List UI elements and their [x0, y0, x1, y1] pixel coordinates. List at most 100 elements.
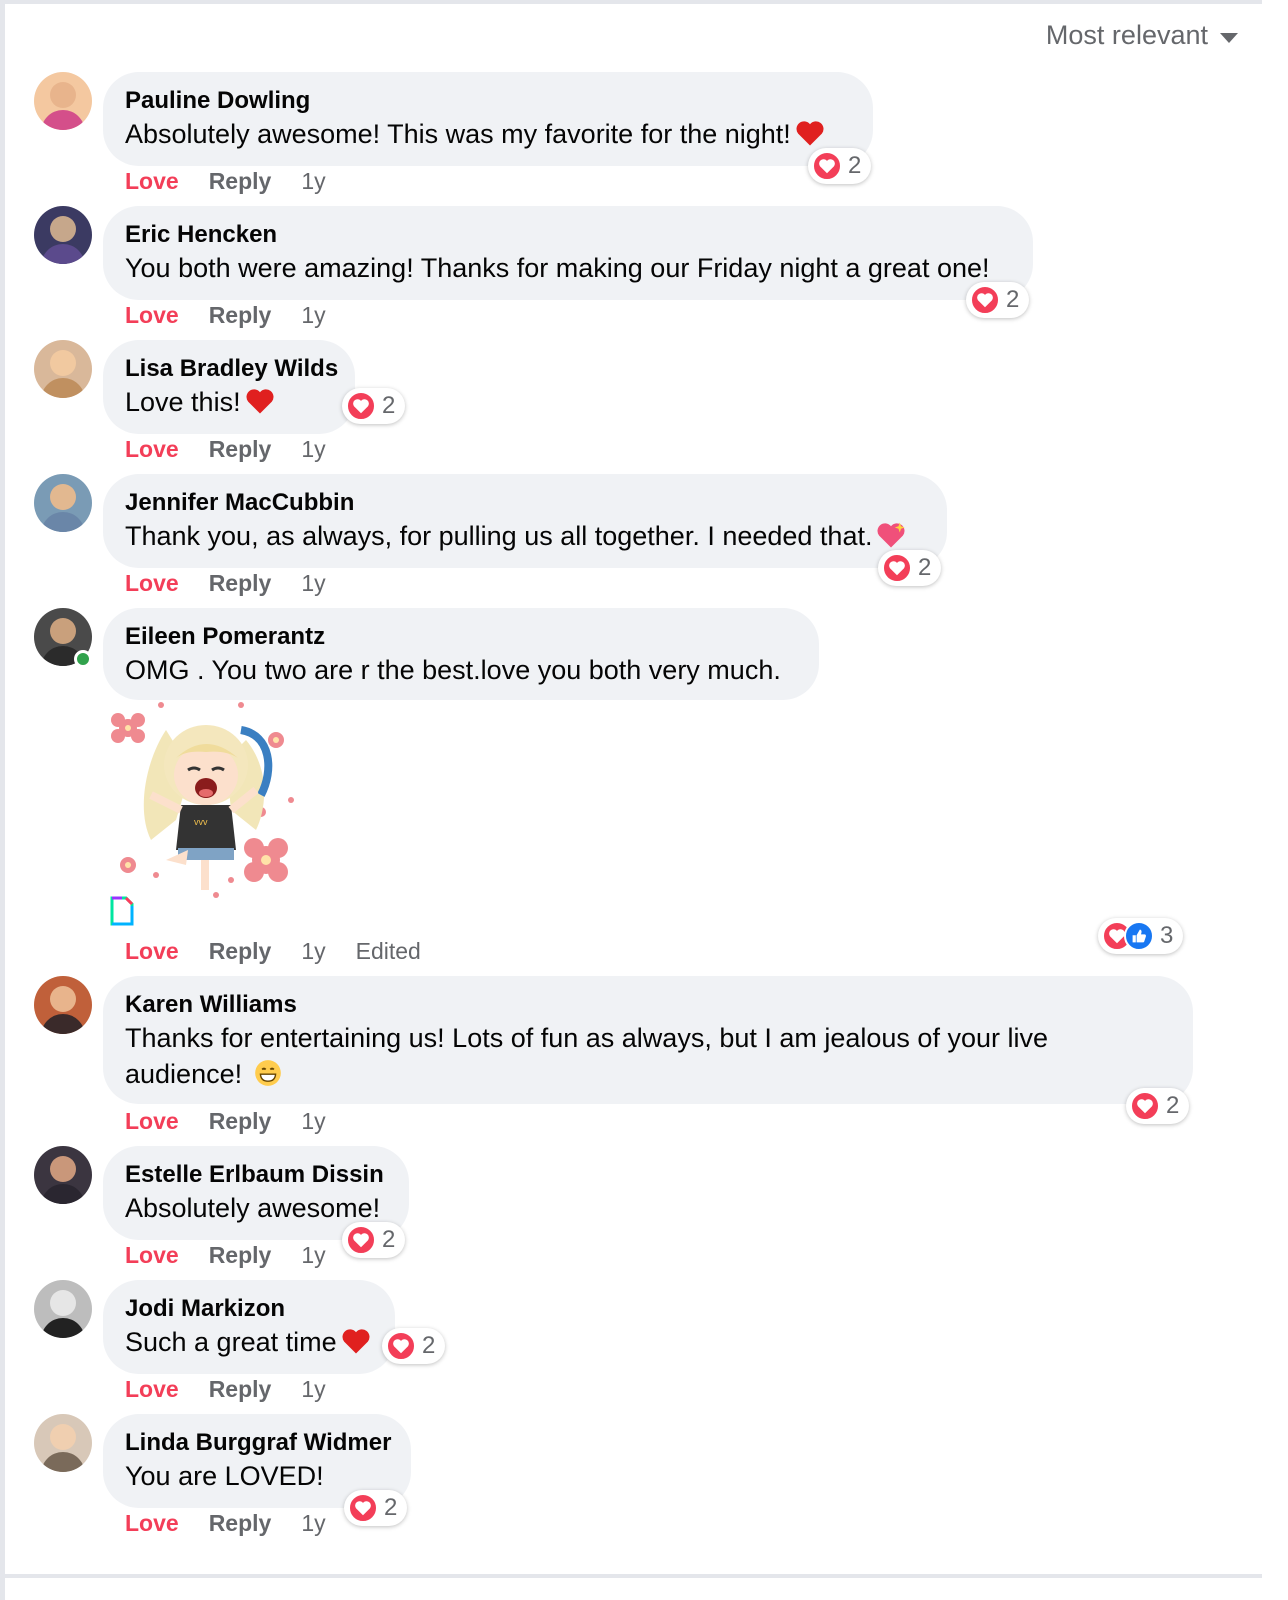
love-button[interactable]: Love: [125, 436, 179, 463]
reaction-summary[interactable]: 3: [1098, 918, 1184, 954]
avatar[interactable]: [34, 474, 92, 532]
sort-dropdown[interactable]: Most relevant: [1046, 20, 1238, 51]
left-divider: [0, 0, 5, 1600]
sticker-image[interactable]: vvv: [106, 700, 306, 900]
comment-author[interactable]: Linda Burggraf Widmer: [125, 1428, 391, 1458]
love-button[interactable]: Love: [125, 168, 179, 195]
comment-actions: Love Reply 1y: [125, 570, 326, 597]
reaction-summary[interactable]: 2: [342, 388, 406, 424]
comment-author[interactable]: Eileen Pomerantz: [125, 622, 797, 652]
red-heart-emoji-icon: [342, 1329, 370, 1354]
reply-button[interactable]: Reply: [209, 436, 272, 463]
timestamp[interactable]: 1y: [301, 1108, 325, 1135]
comment-bubble: Pauline Dowling Absolutely awesome! This…: [103, 72, 873, 166]
love-reaction-icon: [882, 553, 912, 583]
comment-bubble: Lisa Bradley Wilds Love this!: [103, 340, 355, 434]
reaction-count: 2: [848, 152, 862, 179]
reaction-summary[interactable]: 2: [878, 550, 942, 586]
reply-button[interactable]: Reply: [209, 1108, 272, 1135]
avatar[interactable]: [34, 976, 92, 1034]
comment-text: Such a great time: [125, 1327, 337, 1357]
comment-text: Absolutely awesome!: [125, 1193, 381, 1223]
comment-actions: Love Reply 1y: [125, 1376, 326, 1403]
comment-author[interactable]: Estelle Erlbaum Dissin: [125, 1160, 387, 1190]
comment-author[interactable]: Lisa Bradley Wilds: [125, 354, 338, 384]
avatar[interactable]: [34, 206, 92, 264]
comment-bubble: Jodi Markizon Such a great time: [103, 1280, 395, 1374]
avatar[interactable]: [34, 1414, 92, 1472]
timestamp[interactable]: 1y: [301, 436, 325, 463]
caret-down-icon: [1220, 32, 1238, 43]
reply-button[interactable]: Reply: [209, 938, 272, 965]
avatar[interactable]: [34, 340, 92, 398]
comment-text: Absolutely awesome! This was my favorite…: [125, 119, 791, 149]
love-reaction-icon: [812, 151, 842, 181]
reply-button[interactable]: Reply: [209, 570, 272, 597]
reaction-summary[interactable]: 2: [344, 1490, 408, 1526]
timestamp[interactable]: 1y: [301, 1242, 325, 1269]
comment-text: You both were amazing! Thanks for making…: [125, 253, 990, 283]
comment-bubble: Karen Williams Thanks for entertaining u…: [103, 976, 1193, 1104]
comment-author[interactable]: Karen Williams: [125, 990, 1171, 1020]
comment-author[interactable]: Jodi Markizon: [125, 1294, 373, 1324]
timestamp[interactable]: 1y: [301, 168, 325, 195]
reaction-summary[interactable]: 2: [966, 282, 1030, 318]
comment-bubble: Eileen Pomerantz OMG . You two are r the…: [103, 608, 819, 700]
comment-text: Thank you, as always, for pulling us all…: [125, 521, 873, 551]
svg-text:vvv: vvv: [194, 817, 208, 827]
timestamp[interactable]: 1y: [301, 570, 325, 597]
comment-actions: Love Reply 1y Edited: [125, 938, 421, 965]
reply-button[interactable]: Reply: [209, 1510, 272, 1537]
reaction-count: 2: [422, 1332, 436, 1359]
comment-author[interactable]: Pauline Dowling: [125, 86, 851, 116]
love-button[interactable]: Love: [125, 302, 179, 329]
reply-button[interactable]: Reply: [209, 1242, 272, 1269]
comment-actions: Love Reply 1y: [125, 1510, 326, 1537]
sort-label: Most relevant: [1045, 20, 1208, 50]
comment-author[interactable]: Jennifer MacCubbin: [125, 488, 925, 518]
reaction-count: 2: [1166, 1092, 1180, 1119]
avatar[interactable]: [34, 1146, 92, 1204]
comment-actions: Love Reply 1y: [125, 1108, 326, 1135]
comment-bubble: Eric Hencken You both were amazing! Than…: [103, 206, 1033, 300]
reply-button[interactable]: Reply: [209, 168, 272, 195]
grinning-face-emoji-icon: [254, 1060, 281, 1086]
love-reaction-icon: [346, 391, 376, 421]
love-button[interactable]: Love: [125, 1242, 179, 1269]
reaction-count: 2: [918, 554, 932, 581]
love-reaction-icon: [1130, 1091, 1160, 1121]
comment-actions: Love Reply 1y: [125, 436, 326, 463]
reaction-summary[interactable]: 2: [1126, 1088, 1190, 1124]
love-button[interactable]: Love: [125, 570, 179, 597]
avatar[interactable]: [34, 72, 92, 130]
comment-bubble: Jennifer MacCubbin Thank you, as always,…: [103, 474, 947, 568]
timestamp[interactable]: 1y: [301, 938, 325, 965]
comment-text: Love this!: [125, 387, 241, 417]
comment-author[interactable]: Eric Hencken: [125, 220, 1011, 250]
top-divider: [0, 0, 1262, 4]
sparkling-heart-emoji-icon: [877, 522, 906, 548]
reply-button[interactable]: Reply: [209, 302, 272, 329]
reaction-count: 2: [1006, 286, 1020, 313]
comment-text: You are LOVED!: [125, 1461, 324, 1491]
love-button[interactable]: Love: [125, 1510, 179, 1537]
edited-label[interactable]: Edited: [356, 938, 421, 965]
reaction-count: 3: [1160, 922, 1174, 949]
timestamp[interactable]: 1y: [301, 1510, 325, 1537]
red-heart-emoji-icon: [796, 121, 824, 146]
love-button[interactable]: Love: [125, 1376, 179, 1403]
reaction-count: 2: [384, 1494, 398, 1521]
love-button[interactable]: Love: [125, 938, 179, 965]
timestamp[interactable]: 1y: [301, 302, 325, 329]
love-button[interactable]: Love: [125, 1108, 179, 1135]
avatar[interactable]: [34, 1280, 92, 1338]
reaction-summary[interactable]: 2: [342, 1222, 406, 1258]
timestamp[interactable]: 1y: [301, 1376, 325, 1403]
love-reaction-icon: [346, 1225, 376, 1255]
like-reaction-icon: [1124, 921, 1154, 951]
reply-button[interactable]: Reply: [209, 1376, 272, 1403]
reaction-count: 2: [382, 392, 396, 419]
love-reaction-icon: [386, 1331, 416, 1361]
reaction-summary[interactable]: 2: [382, 1328, 446, 1364]
reaction-summary[interactable]: 2: [808, 148, 872, 184]
